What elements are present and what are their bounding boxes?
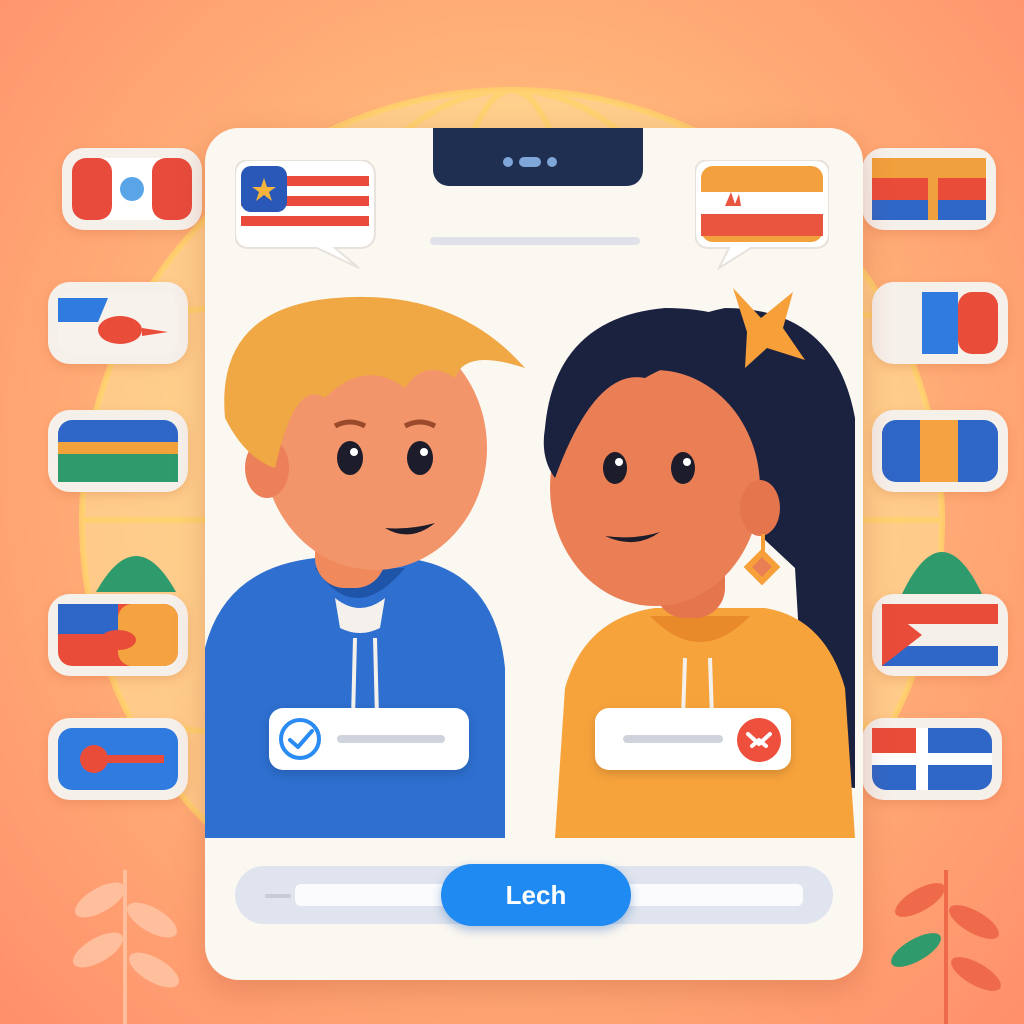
phone-notch (433, 128, 643, 186)
chevron-x-icon[interactable] (737, 718, 781, 762)
flag-icon (58, 420, 178, 482)
flag-icon (58, 292, 178, 354)
flag-pill-left-3[interactable] (48, 410, 188, 492)
status-line (430, 237, 640, 245)
flag-pill-left-4[interactable] (48, 594, 188, 676)
green-dome-icon (902, 552, 982, 594)
leaf-decoration-left (73, 870, 179, 1024)
message-placeholder-line (623, 735, 723, 743)
lech-button[interactable]: Lech (441, 864, 631, 926)
flag-pill-right-3[interactable] (872, 410, 1008, 492)
checkmark-icon[interactable] (279, 718, 321, 760)
notch-indicator-icon (503, 154, 573, 167)
green-dome-icon (96, 556, 176, 592)
striped-flag-icon (241, 166, 369, 242)
flag-icon (872, 158, 986, 220)
flag-pill-right-4[interactable] (872, 594, 1008, 676)
flag-pill-left-5[interactable] (48, 718, 188, 800)
input-dash-icon (265, 894, 291, 898)
flag-icon (58, 604, 178, 666)
flag-pill-right-2[interactable] (872, 282, 1008, 364)
flag-pill-right-1[interactable] (862, 148, 996, 230)
phone-screen: Lech (205, 128, 863, 980)
flag-icon (882, 604, 998, 666)
flag-pill-left-1[interactable] (62, 148, 202, 230)
message-placeholder-line (337, 735, 445, 743)
speech-bubble-right[interactable] (695, 160, 829, 270)
orange-white-flag-icon (701, 166, 823, 242)
flag-icon (882, 292, 998, 354)
speech-bubble-left[interactable] (235, 160, 385, 272)
flag-icon (72, 158, 192, 220)
flag-icon (872, 728, 992, 790)
flag-pill-right-5[interactable] (862, 718, 1002, 800)
message-pill-right[interactable] (595, 708, 791, 770)
leaf-decoration-right (891, 870, 1001, 1024)
message-pill-left[interactable] (269, 708, 469, 770)
flag-icon (58, 728, 178, 790)
flag-icon (882, 420, 998, 482)
flag-pill-left-2[interactable] (48, 282, 188, 364)
